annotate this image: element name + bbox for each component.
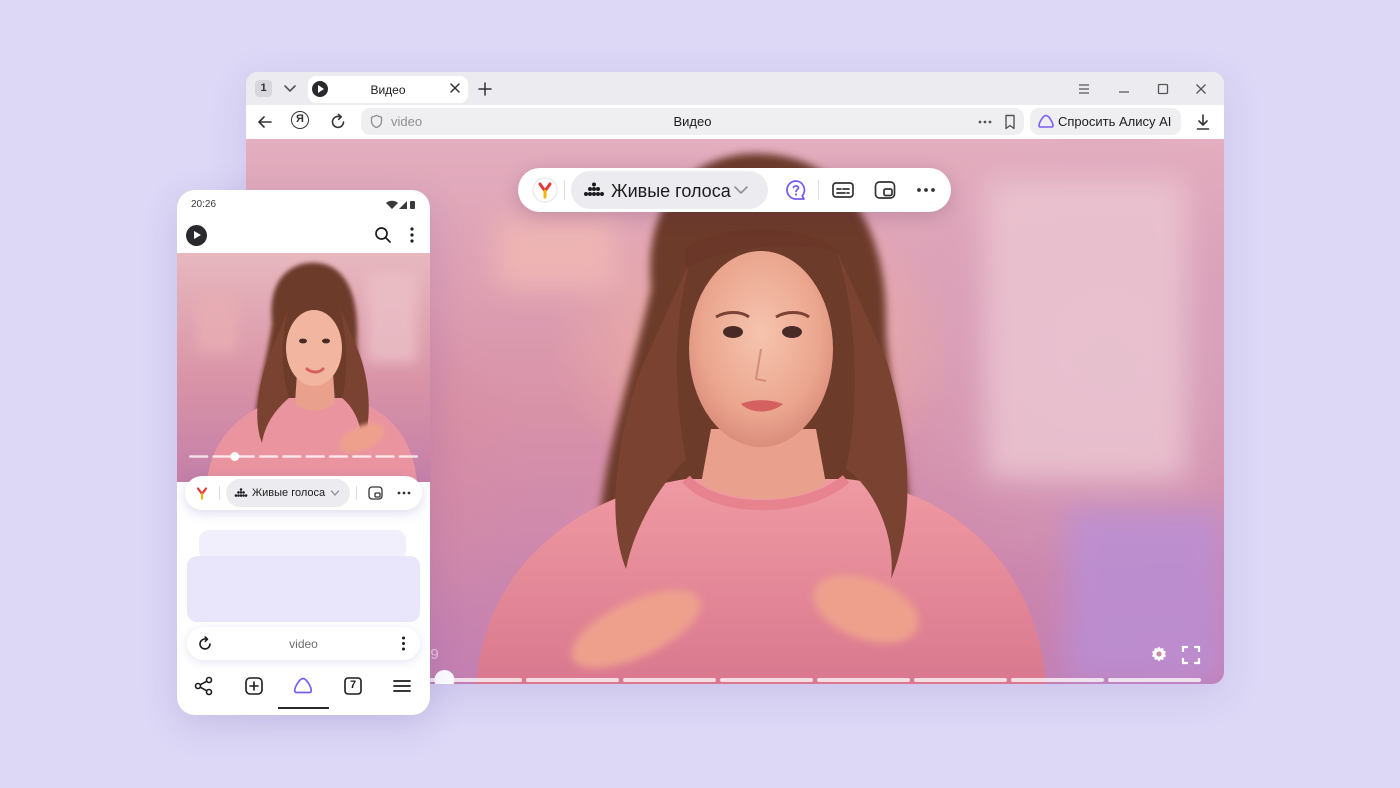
more-icon[interactable] [396,486,412,500]
sparkle-question-icon[interactable] [784,178,808,202]
picture-in-picture-icon[interactable] [873,178,897,202]
download-icon[interactable] [1194,112,1212,132]
ask-alice-label: Спросить Алису AI [1058,114,1172,129]
yandex-browser-logo[interactable] [532,177,558,203]
seek-segment[interactable] [212,455,232,458]
tab-video[interactable]: Видео [308,76,468,103]
address-url: video [289,637,318,651]
mobile-seek-bar[interactable] [189,451,418,462]
close-window-icon[interactable] [1193,81,1209,97]
content-placeholder-card [187,556,420,622]
reload-icon[interactable] [328,112,348,132]
seek-segment[interactable] [623,678,716,682]
seek-segment[interactable] [375,455,395,458]
mobile-video-player[interactable] [177,253,430,482]
alice-icon [1038,114,1054,128]
address-page-title: Видео [673,114,712,129]
live-voices-dropdown[interactable]: Живые голоса [226,479,350,507]
seek-segment[interactable] [1011,678,1104,682]
seek-segment[interactable] [720,678,813,682]
seek-segment[interactable] [328,455,349,458]
more-icon[interactable] [914,178,938,202]
navigation-bar: Я video Видео Спросить Алису AI [246,105,1224,139]
seek-thumb[interactable] [434,670,455,684]
tabs-count: 7 [349,679,357,691]
seek-segment[interactable] [817,678,910,682]
play-icon[interactable] [186,225,207,246]
seek-segment[interactable] [526,678,619,682]
live-voices-label: Живые голоса [611,181,731,201]
chevron-down-icon [734,186,748,195]
mobile-player-toolbar: Живые голоса [185,476,422,510]
picture-in-picture-icon[interactable] [368,486,383,500]
seek-segment[interactable] [398,455,418,458]
seek-segment[interactable] [305,455,325,458]
seek-segment[interactable] [258,455,279,458]
tabs-count-button[interactable]: 7 [342,675,364,697]
chevron-down-icon [330,490,340,496]
seek-segment[interactable] [914,678,1007,682]
toolbar-divider [356,486,357,500]
maximize-icon[interactable] [1155,81,1171,97]
tab-list-chevron-icon[interactable] [279,78,301,98]
live-voices-dropdown[interactable]: Живые голоса [571,171,768,209]
minimize-icon[interactable] [1116,81,1132,97]
back-arrow-icon[interactable] [255,112,275,132]
kebab-menu-icon[interactable] [409,226,415,244]
seek-segment[interactable] [352,455,372,458]
status-icons [386,200,415,209]
tab-title: Видео [370,83,406,97]
settings-gear-icon[interactable] [1149,645,1169,665]
more-icon[interactable] [976,113,994,131]
alice-icon[interactable] [292,675,314,697]
video-seek-bar[interactable] [429,669,1201,684]
yandex-home-icon[interactable]: Я [291,111,309,129]
tab-count-button[interactable]: 1 [255,80,272,97]
tab-bar: 1 Видео [246,72,1224,105]
yandex-browser-logo[interactable] [194,485,210,501]
mobile-address-bar[interactable]: video [187,627,420,660]
toolbar-divider [818,180,819,200]
live-voices-label: Живые голоса [252,487,326,499]
menu-icon[interactable] [391,675,413,697]
voices-dots-icon [584,182,604,196]
toolbar-divider [564,180,565,200]
seek-segment[interactable] [189,455,209,458]
ask-alice-button[interactable]: Спросить Алису AI [1030,108,1181,135]
bookmark-icon[interactable] [1002,113,1018,131]
seek-segment[interactable] [1108,678,1201,682]
player-toolbar: Живые голоса [518,168,951,212]
hamburger-menu-icon[interactable] [1076,81,1092,97]
fullscreen-icon[interactable] [1181,645,1201,665]
home-indicator [278,707,329,709]
video-frame-image [197,262,417,482]
toolbar-divider [219,486,220,500]
new-tab-icon[interactable] [243,675,265,697]
address-bar[interactable]: video Видео [361,108,1024,135]
mobile-phone: 20:26 Живые голоса video 7 [177,190,430,715]
search-icon[interactable] [374,226,392,244]
subtitles-icon[interactable] [831,178,855,202]
close-icon[interactable] [448,81,462,95]
kebab-menu-icon[interactable] [401,635,406,652]
new-tab-plus-icon[interactable] [476,80,494,98]
seek-segment[interactable] [282,455,302,458]
status-time: 20:26 [191,199,217,210]
share-icon[interactable] [193,675,215,697]
voices-dots-icon [234,488,248,497]
seek-thumb[interactable] [230,452,240,461]
